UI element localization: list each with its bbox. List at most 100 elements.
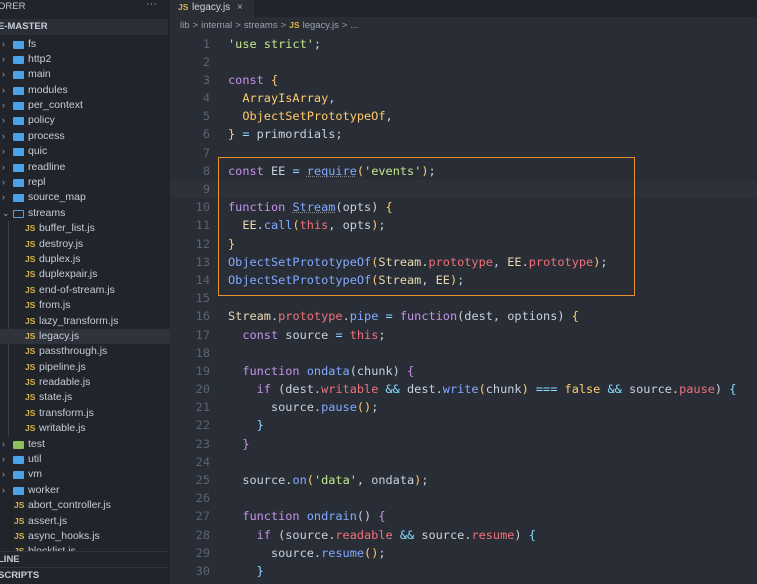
folder-policy[interactable]: › policy <box>0 113 170 128</box>
folder-main[interactable]: › main <box>0 67 170 82</box>
npm-scripts-section-header[interactable]: SCRIPTS <box>0 567 168 583</box>
code-token: ; <box>371 400 379 415</box>
code-token: false <box>564 382 601 397</box>
code-line: 3 const { <box>170 71 757 89</box>
code-token: source. <box>628 382 680 397</box>
file-writable-js[interactable]: JS writable.js <box>0 421 170 436</box>
code-line: 19 function ondata(chunk) { <box>170 362 757 380</box>
code-token: EE <box>263 163 293 178</box>
file-passthrough-js[interactable]: JS passthrough.js <box>0 344 170 359</box>
code-token: Stream <box>292 200 336 215</box>
file-duplex-js[interactable]: JS duplex.js <box>0 252 170 267</box>
line-number: 19 <box>195 363 210 378</box>
code-line: 7 <box>170 144 757 162</box>
folder-quic[interactable]: › quic <box>0 144 170 159</box>
file-destroy-js[interactable]: JS destroy.js <box>0 237 170 252</box>
code-token: ( <box>356 163 365 178</box>
folder-icon <box>13 456 24 465</box>
file-abort-controller-js[interactable]: JS abort_controller.js <box>0 498 170 513</box>
folder-label: main <box>28 68 51 81</box>
file-from-js[interactable]: JS from.js <box>0 298 170 313</box>
folder-icon <box>13 40 24 49</box>
folder-per-context[interactable]: › per_context <box>0 98 170 113</box>
code-token: on <box>292 473 307 487</box>
code-line: 22 } <box>170 416 757 434</box>
folder-icon <box>13 209 24 218</box>
workspace-root-header[interactable]: E-MASTER <box>0 19 168 35</box>
js-file-icon: JS <box>25 346 36 357</box>
code-token: source. <box>228 400 322 415</box>
code-token: ondata <box>306 363 350 378</box>
js-file-icon: JS <box>25 423 36 434</box>
code-token: writable <box>321 382 379 397</box>
breadcrumb-symbols[interactable]: ... <box>350 20 358 31</box>
folder-http2[interactable]: › http2 <box>0 52 170 67</box>
line-number: 16 <box>195 309 210 324</box>
code-token: function <box>228 363 300 378</box>
folder-fs[interactable]: › fs <box>0 37 170 52</box>
file-pipeline-js[interactable]: JS pipeline.js <box>0 360 170 375</box>
breadcrumb-file[interactable]: legacy.js <box>303 20 339 31</box>
file-lazy-transform-js[interactable]: JS lazy_transform.js <box>0 314 170 329</box>
code-line: 5 ObjectSetPrototypeOf, <box>170 107 757 125</box>
code-token: 'data' <box>313 473 357 487</box>
folder-readline[interactable]: › readline <box>0 160 170 175</box>
line-text: function Stream(opts) { <box>228 198 393 216</box>
ellipsis-icon[interactable]: ··· <box>146 0 157 10</box>
file-legacy-js[interactable]: JS legacy.js <box>0 328 170 345</box>
line-text: } <box>228 235 235 253</box>
chevron-right-icon: › <box>2 454 5 465</box>
code-line: 25 source.on('data', ondata); <box>170 471 757 489</box>
code-line: 21 source.pause(); <box>170 398 757 416</box>
folder-modules[interactable]: › modules <box>0 83 170 98</box>
code-editor[interactable]: 1'use strict'; 2 3 const {4 ArrayIsArray, 5 … <box>170 35 757 581</box>
folder-source-map[interactable]: › source_map <box>0 190 170 205</box>
tab-legacy-js[interactable]: JS legacy.js × <box>170 0 254 17</box>
line-text: if (dest.writable && dest.write(chunk) =… <box>228 380 737 398</box>
folder-process[interactable]: › process <box>0 129 170 144</box>
folder-repl[interactable]: › repl <box>0 175 170 190</box>
code-token: && <box>392 527 422 542</box>
file-buffer-list-js[interactable]: JS buffer_list.js <box>0 221 170 236</box>
file-state-js[interactable]: JS state.js <box>0 390 170 405</box>
code-line: 30 } <box>170 562 757 580</box>
folder-test[interactable]: › test <box>0 437 170 452</box>
js-file-icon: JS <box>178 2 189 12</box>
file-readable-js[interactable]: JS readable.js <box>0 375 170 390</box>
code-token: , <box>492 254 508 269</box>
code-token: (dest. <box>270 382 322 397</box>
close-icon[interactable]: × <box>237 0 243 15</box>
line-text: } = primordials; <box>228 125 343 143</box>
breadcrumb-streams[interactable]: streams <box>244 20 278 31</box>
file-label: from.js <box>39 299 71 312</box>
file-transform-js[interactable]: JS transform.js <box>0 406 170 421</box>
file-assert-js[interactable]: JS assert.js <box>0 514 170 529</box>
folder-label: readline <box>28 160 66 173</box>
folder-vm[interactable]: › vm <box>0 467 170 482</box>
js-file-icon: JS <box>14 500 25 511</box>
folder-util[interactable]: › util <box>0 452 170 467</box>
code-line: 15 <box>170 289 757 307</box>
code-token: this <box>342 327 379 342</box>
code-token: call <box>263 218 293 233</box>
code-token: pipe <box>349 309 379 324</box>
code-token: write <box>442 382 479 397</box>
file-duplexpair-js[interactable]: JS duplexpair.js <box>0 267 170 282</box>
code-token: ; <box>421 473 429 487</box>
breadcrumb-internal[interactable]: internal <box>201 20 232 31</box>
code-token: source <box>278 327 336 342</box>
code-token: ArrayIsArray <box>228 91 329 106</box>
folder-label: worker <box>28 483 60 496</box>
file-end-of-stream-js[interactable]: JS end-of-stream.js <box>0 283 170 298</box>
code-token: function <box>228 200 286 215</box>
code-token: function <box>399 309 458 324</box>
code-token: resume <box>471 527 515 542</box>
folder-worker[interactable]: › worker <box>0 483 170 498</box>
code-token: EE <box>507 254 522 269</box>
code-token: && <box>378 382 407 397</box>
outline-section-header[interactable]: LINE <box>0 551 168 567</box>
file-label: end-of-stream.js <box>39 283 115 296</box>
breadcrumb-lib[interactable]: lib <box>180 20 190 31</box>
folder-streams[interactable]: ⌄ streams <box>0 206 170 221</box>
file-async-hooks-js[interactable]: JS async_hooks.js <box>0 529 170 544</box>
